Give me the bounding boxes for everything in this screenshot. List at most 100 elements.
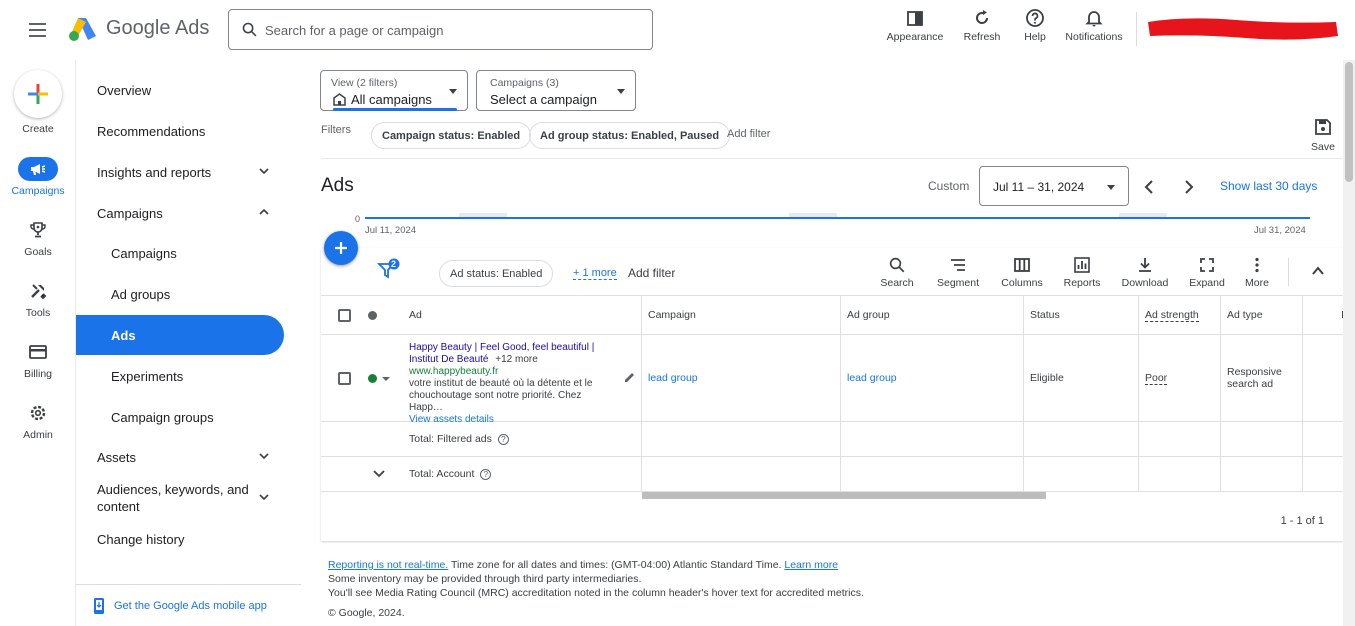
more-button[interactable]: More [1239,256,1275,289]
ad-headline-more: +12 more [495,354,538,365]
header-cell-cut[interactable]: Ir [1303,296,1344,334]
filter-count-badge: 2 [391,259,397,269]
rail-item-billing[interactable]: Billing [0,340,76,380]
expand-button[interactable]: Expand [1185,256,1229,289]
header-cell-ad-strength[interactable]: Ad strength [1139,296,1221,334]
rail-item-admin[interactable]: Admin [0,401,76,441]
view-filter-picker[interactable]: View (2 filters) All campaigns [320,70,468,111]
search-box[interactable] [228,9,653,50]
reports-button[interactable]: Reports [1059,256,1105,289]
help-icon[interactable]: ? [497,433,509,445]
search-input[interactable] [265,18,635,42]
create-button[interactable]: Create [0,70,76,135]
tool-label: Download [1121,277,1169,289]
header-cell-campaign[interactable]: Campaign [642,296,841,334]
megaphone-icon [31,164,46,175]
edit-pencil-icon[interactable] [624,371,636,383]
show-last-30-days-link[interactable]: Show last 30 days [1220,179,1317,193]
segment-button[interactable]: Segment [933,256,983,289]
table-add-filter-link[interactable]: Add filter [628,266,675,280]
plus-icon [28,84,48,104]
ad-group-link[interactable]: lead group [847,372,897,384]
nav-item-campaigns-group[interactable]: Campaigns [76,193,284,233]
add-ad-button[interactable] [324,231,358,265]
chart-line [365,217,1310,219]
realtime-link[interactable]: Reporting is not real-time. [328,559,448,571]
rail-icon-wrap [18,279,58,303]
header-cell-status[interactable]: Status [1024,296,1139,334]
campaign-link[interactable]: lead group [648,372,698,384]
main-menu-button[interactable] [26,18,50,42]
chevron-right-icon[interactable] [1179,177,1199,197]
notifications-button[interactable]: Notifications [1060,8,1128,43]
rail-label-tools: Tools [25,307,51,319]
tool-label: More [1245,277,1269,289]
account-redaction-scribble[interactable] [1146,14,1340,44]
chevron-down-icon [259,453,269,460]
nav-item-insights-and-reports[interactable]: Insights and reports [76,152,284,192]
campaign-picker[interactable]: Campaigns (3) Select a campaign [476,70,636,111]
learn-more-link[interactable]: Learn more [784,559,838,571]
ad-preview[interactable]: Happy Beauty | Feel Good, feel beautiful… [409,342,609,426]
building-icon [333,93,346,106]
footer-line-1: Reporting is not real-time. Time zone fo… [328,558,864,572]
nav-label: Experiments [111,368,184,384]
help-label: Help [1024,31,1046,43]
more-filters-link[interactable]: + 1 more [573,267,617,280]
expand-icon [1200,258,1214,272]
tools-icon [31,284,47,300]
nav-item-audiences[interactable]: Audiences, keywords, and content [76,478,284,518]
chevron-up-icon[interactable] [1311,264,1325,278]
refresh-button[interactable]: Refresh [957,8,1007,43]
header-cell-ad-type[interactable]: Ad type [1221,296,1303,334]
pagination-info: 1 - 1 of 1 [1280,515,1324,527]
columns-button[interactable]: Columns [997,256,1047,289]
appearance-button[interactable]: Appearance [885,8,945,43]
header-cell-ad[interactable]: Ad [321,296,642,334]
total-label-cell: Total: Filtered ads? [321,422,642,456]
page-scrollbar-thumb[interactable] [1345,62,1353,182]
save-button[interactable]: Save [1311,117,1335,153]
nav-item-change-history[interactable]: Change history [76,519,284,559]
mobile-app-link[interactable]: Get the Google Ads mobile app [92,597,267,615]
header-cell-ad-group[interactable]: Ad group [841,296,1024,334]
ad-status-filter-chip[interactable]: Ad status: Enabled [439,260,554,287]
rail-item-goals[interactable]: Goals [0,218,76,258]
tool-label: Reports [1063,277,1101,289]
filter-chip-ad-group-status[interactable]: Ad group status: Enabled, Paused [529,122,731,149]
appearance-label: Appearance [886,31,944,43]
ad-group-cell: lead group [841,335,1024,421]
nav-label: Campaign groups [111,409,214,425]
help-icon[interactable]: ? [480,468,492,480]
save-label: Save [1311,141,1335,153]
tool-label: Expand [1189,277,1225,289]
phone-icon [94,598,104,614]
nav-divider [76,584,301,585]
horizontal-scrollbar[interactable] [642,492,1046,499]
page-scrollbar[interactable] [1343,60,1355,626]
nav-item-ad-groups[interactable]: Ad groups [76,274,284,314]
google-ads-logo [69,18,96,41]
download-button[interactable]: Download [1117,256,1173,289]
nav-item-assets[interactable]: Assets [76,437,284,477]
help-button[interactable]: Help [1015,8,1055,43]
nav-item-ads[interactable]: Ads [76,315,284,355]
rail-item-campaigns[interactable]: Campaigns [0,157,76,197]
table-filter-button[interactable]: 2 [376,258,401,287]
nav-item-experiments[interactable]: Experiments [76,356,284,396]
nav-item-campaigns[interactable]: Campaigns [76,233,284,273]
rail-item-tools[interactable]: Tools [0,279,76,319]
chevron-left-icon[interactable] [1139,177,1159,197]
ad-strength-value[interactable]: Poor [1145,372,1168,385]
nav-item-campaign-groups[interactable]: Campaign groups [76,397,284,437]
header-label: Ad [409,309,422,321]
empty-cell [1024,422,1139,456]
filter-chip-campaign-status[interactable]: Campaign status: Enabled [371,122,532,149]
nav-item-overview[interactable]: Overview [76,70,284,110]
header-label: Ad strength [1145,309,1199,322]
table-search-button[interactable]: Search [877,256,917,289]
rail-icon-wrap [18,401,58,425]
nav-item-recommendations[interactable]: Recommendations [76,111,284,151]
add-filter-link[interactable]: Add filter [727,128,770,140]
date-range-picker[interactable]: Jul 11 – 31, 2024 [979,166,1129,206]
